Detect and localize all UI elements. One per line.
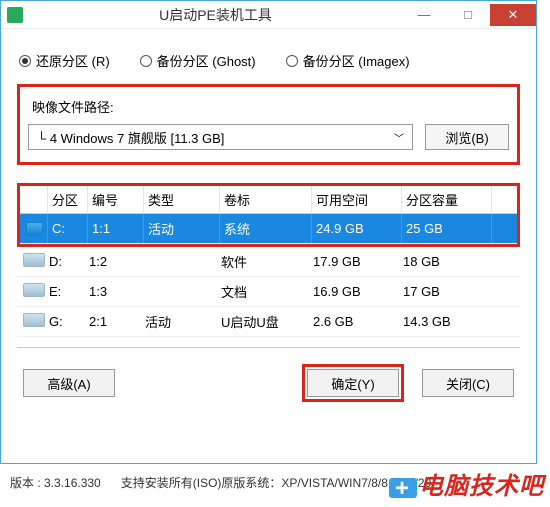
- partition-table: 分区 编号 类型 卷标 可用空间 分区容量 C:1:1活动系统24.9 GB25…: [17, 183, 520, 337]
- table-row[interactable]: E:1:3 文档16.9 GB17 GB: [17, 277, 520, 307]
- radio-backup-ghost[interactable]: 备份分区 (Ghost): [140, 51, 256, 70]
- cell-capacity: 14.3 GB: [399, 314, 489, 329]
- radio-icon: [286, 55, 298, 67]
- browse-button[interactable]: 浏览(B): [425, 124, 509, 150]
- browse-label: 浏览(B): [445, 128, 488, 147]
- chevron-down-icon: ﹀: [394, 130, 404, 145]
- cell-free: 24.9 GB: [312, 214, 402, 243]
- app-icon: [7, 7, 23, 23]
- cell-drive: D:: [45, 254, 85, 269]
- button-row: 高级(A) 确定(Y) 关闭(C): [23, 364, 514, 402]
- cell-free: 17.9 GB: [309, 254, 399, 269]
- disk-icon: [23, 313, 45, 327]
- advanced-button[interactable]: 高级(A): [23, 369, 115, 397]
- cell-label: 系统: [220, 214, 312, 243]
- cell-index: 1:3: [85, 284, 141, 299]
- support-text: 支持安装所有(ISO)原版系统：XP/VISTA/WIN7/8/8.1/10/2…: [121, 474, 432, 491]
- status-bar: 版本 : 3.3.16.330 支持安装所有(ISO)原版系统：XP/VISTA…: [10, 474, 540, 491]
- cell-index: 1:1: [88, 214, 144, 243]
- disk-icon: [23, 253, 45, 267]
- content-area: 还原分区 (R) 备份分区 (Ghost) 备份分区 (Imagex) 映像文件…: [1, 29, 536, 412]
- cell-label: 文档: [217, 282, 309, 301]
- table-bottom-border: [17, 347, 520, 348]
- maximize-button[interactable]: □: [446, 4, 490, 26]
- radio-restore[interactable]: 还原分区 (R): [19, 51, 110, 70]
- cell-capacity: 18 GB: [399, 254, 489, 269]
- cell-free: 2.6 GB: [309, 314, 399, 329]
- cell-drive: G:: [45, 314, 85, 329]
- close-label: 关闭(C): [446, 374, 490, 393]
- radio-label: 备份分区 (Ghost): [157, 51, 256, 70]
- close-button[interactable]: ✕: [490, 4, 536, 26]
- ok-label: 确定(Y): [331, 374, 374, 393]
- disk-icon: [26, 222, 43, 236]
- table-row[interactable]: G:2:1活动U启动U盘2.6 GB14.3 GB: [17, 307, 520, 337]
- cell-type: 活动: [144, 214, 220, 243]
- cell-drive: E:: [45, 284, 85, 299]
- image-path-label: 映像文件路径:: [32, 97, 509, 116]
- highlight-selected-partition: 分区 编号 类型 卷标 可用空间 分区容量 C:1:1活动系统24.9 GB25…: [17, 183, 520, 247]
- cell-label: 软件: [217, 252, 309, 271]
- mode-radios: 还原分区 (R) 备份分区 (Ghost) 备份分区 (Imagex): [19, 51, 518, 70]
- radio-backup-imagex[interactable]: 备份分区 (Imagex): [286, 51, 410, 70]
- close-footer-button[interactable]: 关闭(C): [422, 369, 514, 397]
- col-index: 编号: [88, 186, 144, 213]
- highlight-ok: 确定(Y): [302, 364, 404, 402]
- radio-icon: [19, 55, 31, 67]
- minimize-button[interactable]: —: [402, 4, 446, 26]
- table-header: 分区 编号 类型 卷标 可用空间 分区容量: [20, 186, 517, 214]
- cell-free: 16.9 GB: [309, 284, 399, 299]
- cell-capacity: 25 GB: [402, 214, 492, 243]
- col-capacity: 分区容量: [402, 186, 492, 213]
- advanced-label: 高级(A): [47, 374, 90, 393]
- highlight-image-path: 映像文件路径: └ 4 Windows 7 旗舰版 [11.3 GB] ﹀ 浏览…: [17, 84, 520, 165]
- table-row[interactable]: C:1:1活动系统24.9 GB25 GB: [20, 214, 517, 244]
- cell-type: 活动: [141, 312, 217, 331]
- col-free: 可用空间: [312, 186, 402, 213]
- table-row[interactable]: D:1:2 软件17.9 GB18 GB: [17, 247, 520, 277]
- cell-index: 2:1: [85, 314, 141, 329]
- ok-button[interactable]: 确定(Y): [307, 369, 399, 397]
- cell-capacity: 17 GB: [399, 284, 489, 299]
- radio-label: 备份分区 (Imagex): [303, 51, 410, 70]
- window-controls: — □ ✕: [402, 4, 536, 26]
- cell-drive: C:: [48, 214, 88, 243]
- window-title: U启动PE装机工具: [29, 5, 402, 25]
- col-label: 卷标: [220, 186, 312, 213]
- cell-index: 1:2: [85, 254, 141, 269]
- cell-label: U启动U盘: [217, 312, 309, 331]
- titlebar: U启动PE装机工具 — □ ✕: [1, 1, 536, 29]
- image-path-value: └ 4 Windows 7 旗舰版 [11.3 GB]: [37, 128, 224, 147]
- col-drive: 分区: [48, 186, 88, 213]
- disk-icon: [23, 283, 45, 297]
- col-type: 类型: [144, 186, 220, 213]
- app-window: U启动PE装机工具 — □ ✕ 还原分区 (R) 备份分区 (Ghost) 备份…: [0, 0, 537, 464]
- image-path-dropdown[interactable]: └ 4 Windows 7 旗舰版 [11.3 GB] ﹀: [28, 124, 413, 150]
- version-text: 版本 : 3.3.16.330: [10, 474, 101, 491]
- col-icon: [20, 186, 48, 213]
- radio-label: 还原分区 (R): [36, 51, 110, 70]
- radio-icon: [140, 55, 152, 67]
